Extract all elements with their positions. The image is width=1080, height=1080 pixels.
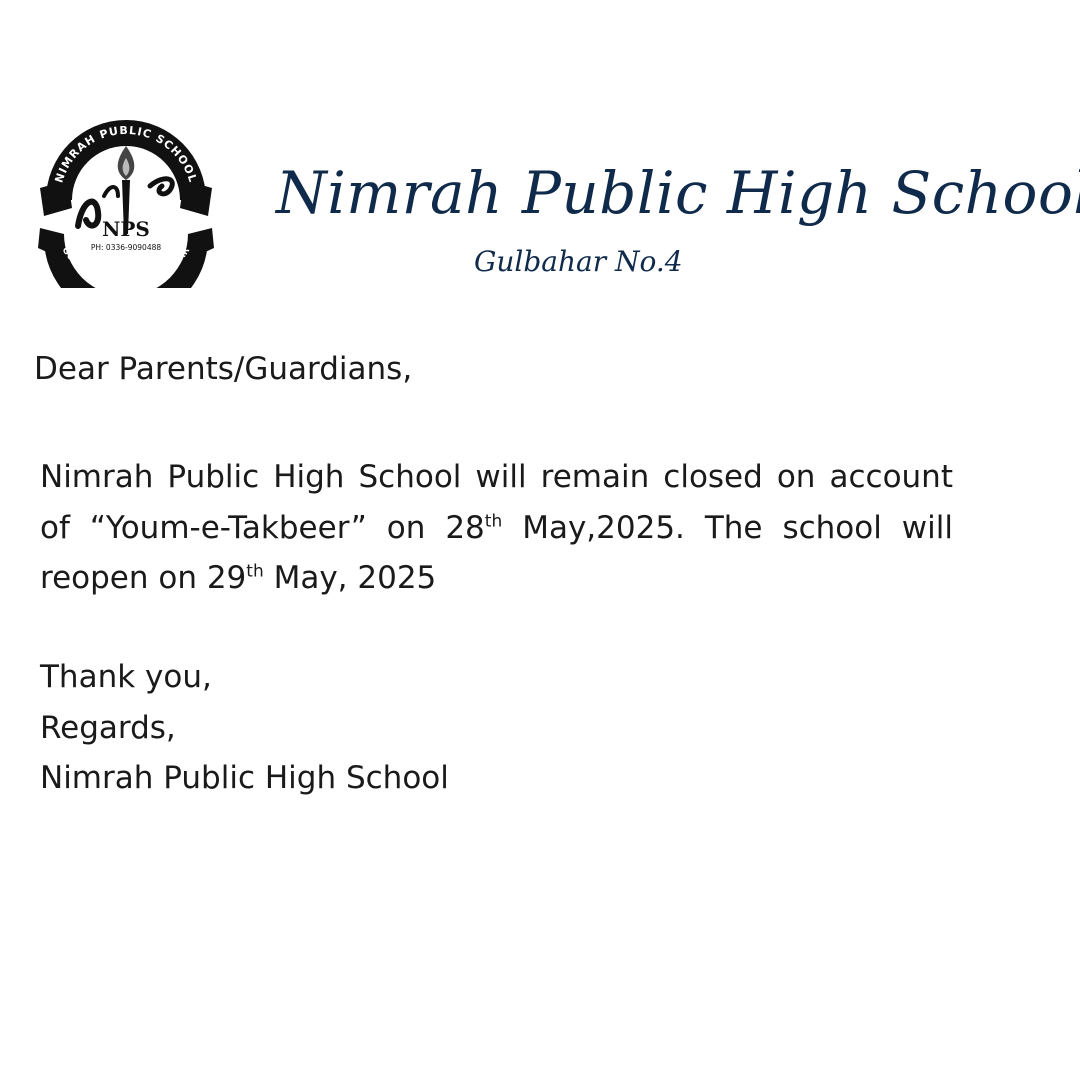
closing-thanks: Thank you, <box>40 659 212 695</box>
logo-monogram: NPS <box>102 217 150 241</box>
ordinal-suffix-2: th <box>246 561 264 582</box>
school-logo: NIMRAH PUBLIC SCHOOL GUL BAHAR NO 4, PES… <box>38 120 214 288</box>
letter-closing: Thank you, Regards, Nimrah Public High S… <box>40 652 449 804</box>
letter-body-paragraph: Nimrah Public High School will remain cl… <box>40 452 953 604</box>
school-name-title: Nimrah Public High School <box>276 159 1080 227</box>
ordinal-suffix-1: th <box>484 511 503 532</box>
closing-regards: Regards, <box>40 709 176 746</box>
letter-salutation: Dear Parents/Guardians, <box>34 351 413 387</box>
school-branch-subtitle: Gulbahar No.4 <box>474 245 683 278</box>
closing-signature: Nimrah Public High School <box>40 760 449 796</box>
logo-phone-text: PH: 0336-9090488 <box>91 243 161 252</box>
paragraph-part-3: May, 2025 <box>263 560 437 596</box>
